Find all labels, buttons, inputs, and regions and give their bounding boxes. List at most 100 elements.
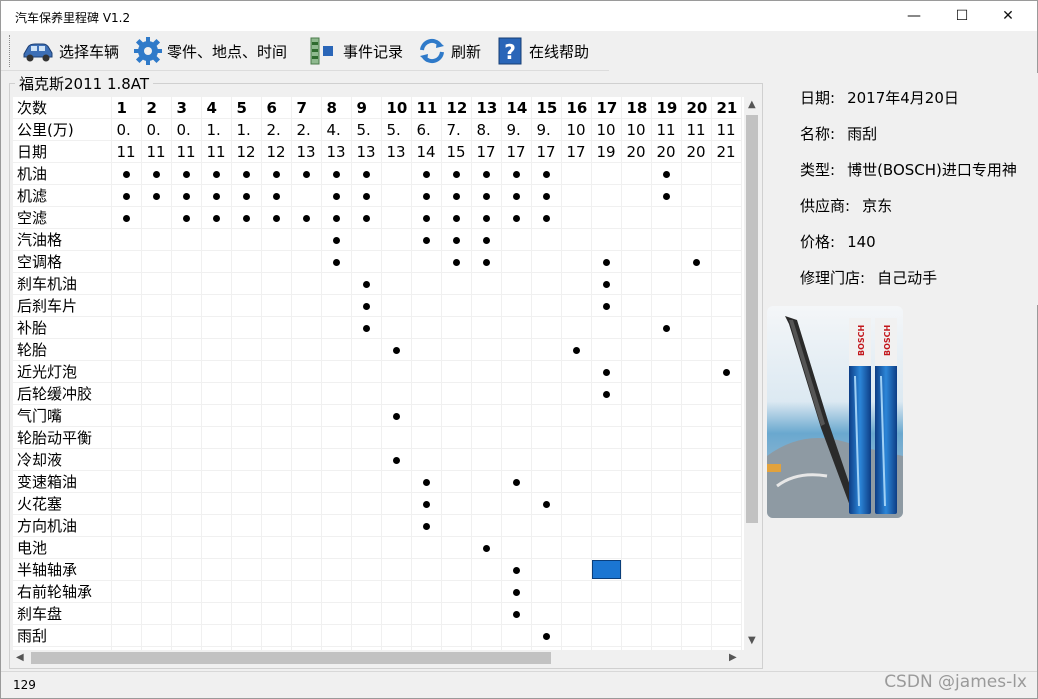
grid-cell[interactable] xyxy=(261,338,292,361)
grid-cell[interactable] xyxy=(201,602,232,625)
close-button[interactable]: ✕ xyxy=(985,1,1031,31)
grid-cell[interactable] xyxy=(591,470,622,493)
grid-cell[interactable] xyxy=(261,470,292,493)
grid-cell[interactable] xyxy=(111,250,142,273)
grid-cell[interactable] xyxy=(201,228,232,251)
grid-cell[interactable] xyxy=(561,514,592,537)
grid-cell[interactable] xyxy=(621,558,652,581)
grid-cell[interactable] xyxy=(111,602,142,625)
header-cell[interactable]: 18 xyxy=(621,97,652,119)
grid-cell[interactable] xyxy=(621,294,652,317)
grid-cell[interactable] xyxy=(651,360,682,383)
grid-cell[interactable] xyxy=(501,206,532,229)
grid-cell[interactable] xyxy=(681,162,712,185)
grid-cell[interactable] xyxy=(231,228,262,251)
grid-cell[interactable] xyxy=(681,404,712,427)
grid-cell[interactable] xyxy=(501,426,532,449)
grid-cell[interactable] xyxy=(531,382,562,405)
grid-cell[interactable] xyxy=(471,338,502,361)
grid-cell[interactable] xyxy=(411,294,442,317)
grid-cell[interactable] xyxy=(501,360,532,383)
grid-cell[interactable] xyxy=(231,250,262,273)
grid-cell[interactable] xyxy=(261,602,292,625)
grid-cell[interactable] xyxy=(651,602,682,625)
header-cell[interactable]: 13 xyxy=(471,97,502,119)
event-record-button[interactable]: 事件记录 xyxy=(309,35,403,67)
grid-cell[interactable] xyxy=(141,206,172,229)
header-cell[interactable]: 9. xyxy=(531,118,562,141)
grid-cell[interactable] xyxy=(261,558,292,581)
grid-cell[interactable] xyxy=(441,536,472,559)
grid-cell[interactable] xyxy=(351,492,382,515)
grid-cell[interactable] xyxy=(501,536,532,559)
grid-cell[interactable] xyxy=(711,558,742,581)
grid-cell[interactable] xyxy=(171,470,202,493)
grid-cell[interactable] xyxy=(291,558,322,581)
grid-cell[interactable] xyxy=(531,602,562,625)
grid-cell[interactable] xyxy=(321,580,352,603)
grid-cell[interactable] xyxy=(591,338,622,361)
grid-cell[interactable] xyxy=(411,470,442,493)
grid-cell[interactable] xyxy=(621,316,652,339)
grid-cell[interactable] xyxy=(651,536,682,559)
grid-cell[interactable] xyxy=(171,514,202,537)
grid-cell[interactable] xyxy=(471,162,502,185)
grid-cell[interactable] xyxy=(441,360,472,383)
grid-cell[interactable] xyxy=(651,580,682,603)
grid-cell[interactable] xyxy=(321,206,352,229)
grid-cell[interactable] xyxy=(711,382,742,405)
grid-cell[interactable] xyxy=(351,316,382,339)
grid-cell[interactable] xyxy=(561,382,592,405)
grid-cell[interactable] xyxy=(531,492,562,515)
refresh-button[interactable]: 刷新 xyxy=(417,35,481,67)
grid-cell[interactable] xyxy=(291,426,322,449)
grid-cell[interactable] xyxy=(141,558,172,581)
grid-cell[interactable] xyxy=(591,426,622,449)
scroll-right-icon[interactable]: ▶ xyxy=(729,652,737,663)
grid-cell[interactable] xyxy=(261,206,292,229)
header-cell[interactable]: 4. xyxy=(321,118,352,141)
grid-cell[interactable] xyxy=(141,250,172,273)
grid-cell[interactable] xyxy=(201,404,232,427)
grid-cell[interactable] xyxy=(591,558,622,581)
grid-cell[interactable] xyxy=(381,404,412,427)
grid-cell[interactable] xyxy=(141,162,172,185)
scroll-left-icon[interactable]: ◀ xyxy=(16,652,24,663)
grid-cell[interactable] xyxy=(201,294,232,317)
grid-cell[interactable] xyxy=(681,250,712,273)
grid-cell[interactable] xyxy=(261,514,292,537)
grid-cell[interactable] xyxy=(591,404,622,427)
grid-cell[interactable] xyxy=(591,382,622,405)
grid-cell[interactable] xyxy=(351,272,382,295)
grid-cell[interactable] xyxy=(501,338,532,361)
grid-cell[interactable] xyxy=(381,162,412,185)
grid-cell[interactable] xyxy=(711,624,742,647)
grid-cell[interactable] xyxy=(261,492,292,515)
grid-cell[interactable] xyxy=(171,492,202,515)
grid-cell[interactable] xyxy=(351,558,382,581)
header-cell[interactable]: 0. xyxy=(141,118,172,141)
grid-cell[interactable] xyxy=(651,492,682,515)
grid-cell[interactable] xyxy=(321,558,352,581)
grid-cell[interactable] xyxy=(351,536,382,559)
grid-cell[interactable] xyxy=(531,448,562,471)
grid-cell[interactable] xyxy=(561,360,592,383)
grid-cell[interactable] xyxy=(621,426,652,449)
grid-cell[interactable] xyxy=(381,228,412,251)
grid-cell[interactable] xyxy=(171,426,202,449)
grid-cell[interactable] xyxy=(711,602,742,625)
grid-cell[interactable] xyxy=(501,316,532,339)
grid-cell[interactable] xyxy=(141,382,172,405)
grid-cell[interactable] xyxy=(351,602,382,625)
grid-cell[interactable] xyxy=(621,184,652,207)
grid-cell[interactable] xyxy=(531,514,562,537)
grid-cell[interactable] xyxy=(561,624,592,647)
grid-cell[interactable] xyxy=(291,514,322,537)
grid-cell[interactable] xyxy=(111,294,142,317)
grid-cell[interactable] xyxy=(651,514,682,537)
grid-cell[interactable] xyxy=(711,470,742,493)
grid-cell[interactable] xyxy=(321,624,352,647)
grid-cell[interactable] xyxy=(681,470,712,493)
grid-cell[interactable] xyxy=(111,514,142,537)
header-cell[interactable]: 10 xyxy=(561,118,592,141)
